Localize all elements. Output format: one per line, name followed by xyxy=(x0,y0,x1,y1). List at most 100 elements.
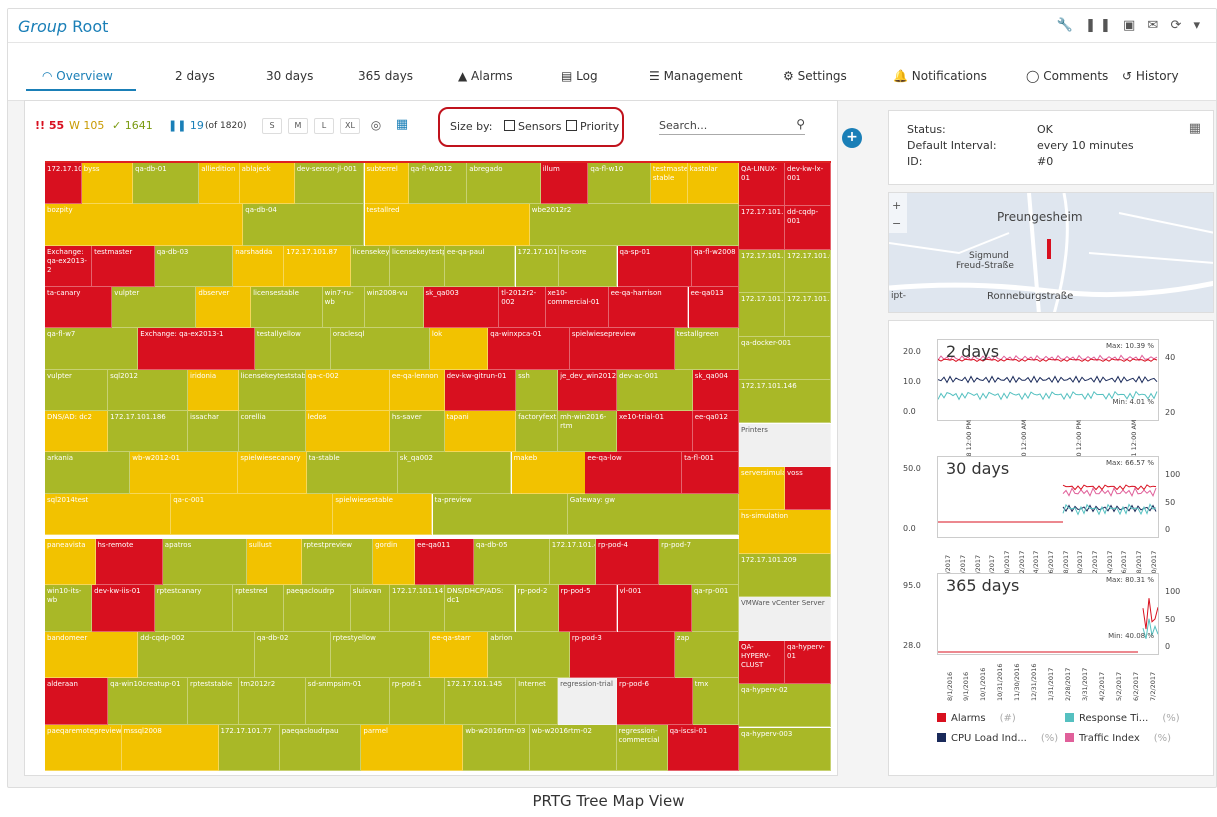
treemap-tile[interactable]: ee-qa011 xyxy=(415,539,474,586)
treemap-tile[interactable]: qa-db-03 xyxy=(154,245,234,287)
treemap-tile[interactable]: rp-pod-5 xyxy=(558,585,618,632)
treemap-tile[interactable]: lok xyxy=(429,328,489,370)
auto-size-icon[interactable]: ◎ xyxy=(366,118,386,134)
tab-settings[interactable]: ⚙ Settings xyxy=(783,69,847,83)
treemap-tile[interactable]: rp-pod-6 xyxy=(617,678,693,725)
treemap-tile[interactable]: 172.17.101.67 xyxy=(785,249,831,294)
treemap-tile[interactable]: hs-saver xyxy=(389,411,445,453)
treemap-tile[interactable]: dd-cqdp-001 xyxy=(785,206,831,250)
tab-log[interactable]: ▤ Log xyxy=(561,69,598,83)
treemap-tile[interactable]: qa-winxpca-01 xyxy=(488,328,570,370)
location-map[interactable]: Preungesheim Sigmund Freud-Straße Ronneb… xyxy=(888,192,1214,313)
size-xl-button[interactable]: XL xyxy=(340,118,360,134)
treemap-tile[interactable]: ee-qa013 xyxy=(688,287,739,329)
treemap-tile[interactable]: ta-preview xyxy=(432,493,568,535)
treemap-tile[interactable]: sluisvan xyxy=(350,585,390,632)
treemap-tile[interactable]: sk_qa002 xyxy=(397,452,512,494)
treemap-tile[interactable]: win2008-vu xyxy=(364,287,424,329)
treemap-tile[interactable]: dev-kw-lx-001 xyxy=(785,163,831,207)
treemap-tile[interactable]: 172.17.101.145 xyxy=(444,678,517,725)
treemap-tile[interactable]: qa-docker-001 xyxy=(739,336,831,381)
chart-30-days[interactable]: 30 days Max: 66.57 % xyxy=(937,456,1159,538)
treemap-tile[interactable]: byss xyxy=(81,163,134,205)
treemap-tile[interactable]: Gateway: gw xyxy=(567,493,739,535)
tab-30-days[interactable]: 30 days xyxy=(266,69,313,83)
legend-item[interactable]: CPU Load Ind... (%) xyxy=(937,733,1058,744)
treemap-tile[interactable]: paeqaremotepreview xyxy=(45,724,122,771)
treemap-tile[interactable]: qa-hyperv-003 xyxy=(739,727,831,771)
treemap-tile[interactable]: alderaan xyxy=(45,678,109,725)
tab-history[interactable]: ↺ History xyxy=(1122,69,1179,83)
treemap-tile[interactable]: qa-c-001 xyxy=(171,493,334,535)
treemap-tile[interactable]: licensekeytestpreview xyxy=(390,245,445,287)
treemap-tile[interactable]: ee-qa-harrison xyxy=(608,287,689,329)
treemap-tile[interactable]: dd-cqdp-002 xyxy=(138,631,255,679)
treemap-tile[interactable]: Exchange: qa-ex2013-2 xyxy=(45,245,93,287)
treemap-tile[interactable]: VMWare vCenter Server xyxy=(739,597,831,641)
size-m-button[interactable]: M xyxy=(288,118,308,134)
treemap-tile[interactable]: wbe2012r2 xyxy=(529,204,739,246)
treemap-tile[interactable]: Printers xyxy=(739,423,831,467)
treemap-tile[interactable]: vulpter xyxy=(45,369,109,411)
chart-2-days[interactable]: 2 days Max: 10.39 % Min: 4.01 % xyxy=(937,339,1159,421)
treemap-tile[interactable]: wb-w2012-01 xyxy=(130,452,239,494)
treemap-tile[interactable]: regression-trial xyxy=(558,678,617,725)
treemap-tile[interactable]: licensestable xyxy=(251,287,323,329)
zoom-out-icon[interactable]: − xyxy=(892,217,901,230)
treemap-tile[interactable]: Exchange: qa-ex2013-1 xyxy=(138,328,255,370)
treemap-tile[interactable]: issachar xyxy=(188,411,239,453)
treemap-tile[interactable]: 172.17.101.174 xyxy=(45,163,82,205)
legend-item[interactable]: Alarms (#) xyxy=(937,713,1016,724)
treemap-tile[interactable]: DNS/AD: dc2 xyxy=(45,411,109,453)
sensors-checkbox-box[interactable] xyxy=(504,120,515,131)
treemap-tile[interactable]: qa-hyperv-02 xyxy=(739,684,831,728)
chart-365-days[interactable]: 365 days Max: 80.31 % Min: 40.08 % xyxy=(937,573,1159,655)
treemap-tile[interactable]: hs-simulation xyxy=(739,510,831,554)
treemap-tile[interactable]: testmaster xyxy=(92,245,155,287)
treemap-tile[interactable]: ee-qa012 xyxy=(692,411,739,453)
treemap-tile[interactable]: subterrel xyxy=(364,163,409,205)
treemap-tile[interactable]: 172.17.101.103 xyxy=(739,293,785,337)
treemap-tile[interactable]: sullust xyxy=(246,539,302,586)
treemap-tile[interactable]: 172.17.101.77 xyxy=(218,724,280,771)
treemap-tile[interactable]: testallgreen xyxy=(674,328,739,370)
treemap-tile[interactable]: ta-canary xyxy=(45,287,113,329)
treemap-tile[interactable]: qa-fl-w2008 xyxy=(691,245,739,287)
treemap-tile[interactable]: licensekeytestcanary xyxy=(350,245,390,287)
treemap-tile[interactable]: vulpter xyxy=(112,287,197,329)
treemap-tile[interactable]: tmx xyxy=(692,678,739,725)
search-input[interactable]: Search... ⚲ xyxy=(659,117,805,135)
treemap-tile[interactable]: bandomeer xyxy=(45,631,139,679)
treemap-tile[interactable]: vl-001 xyxy=(617,585,692,632)
add-button[interactable]: + xyxy=(842,128,862,148)
treemap-tile[interactable]: sk_qa003 xyxy=(423,287,500,329)
treemap-tile[interactable]: ee-qa-starr xyxy=(429,631,489,679)
treemap-tile[interactable]: dev-ac-001 xyxy=(617,369,693,411)
size-s-button[interactable]: S xyxy=(262,118,282,134)
tab-alarms[interactable]: ▲ Alarms xyxy=(458,69,513,83)
treemap-tile[interactable]: qa-db-01 xyxy=(133,163,200,205)
treemap-tile[interactable]: rptestpreview xyxy=(301,539,374,586)
treemap-tile[interactable]: ta-fl-001 xyxy=(682,452,739,494)
treemap-tile[interactable]: abrion xyxy=(488,631,570,679)
treemap-tile[interactable]: ledos xyxy=(305,411,390,453)
treemap-tile[interactable]: tapani xyxy=(444,411,517,453)
treemap-tile[interactable]: paeqacloudrp xyxy=(284,585,351,632)
tab-management[interactable]: ☰ Management xyxy=(649,69,743,83)
treemap-tile[interactable]: qa-sp-01 xyxy=(617,245,692,287)
treemap-tile[interactable]: zap xyxy=(674,631,739,679)
tab-365-days[interactable]: 365 days xyxy=(358,69,413,83)
treemap-tile[interactable]: rptestcanary xyxy=(154,585,234,632)
treemap-tile[interactable]: ablajeck xyxy=(239,163,295,205)
treemap-tile[interactable]: serversimulation xyxy=(739,467,785,511)
treemap-tile[interactable]: paneavista xyxy=(45,539,96,586)
treemap-tile[interactable]: testallyellow xyxy=(254,328,331,370)
treemap-tile[interactable]: testmaster stable xyxy=(650,163,688,205)
treemap-tile[interactable]: dev-sensor-jl-001 xyxy=(294,163,365,205)
treemap-tile[interactable]: rp-pod-1 xyxy=(389,678,445,725)
treemap-tile[interactable]: qa-iscsi-01 xyxy=(667,724,739,771)
treemap-tile[interactable]: sk_qa004 xyxy=(692,369,739,411)
treemap-tile[interactable]: 172.17.101.34 xyxy=(515,245,559,287)
zoom-in-icon[interactable]: + xyxy=(892,199,901,212)
treemap-tile[interactable]: qa-fl-w2012 xyxy=(408,163,468,205)
